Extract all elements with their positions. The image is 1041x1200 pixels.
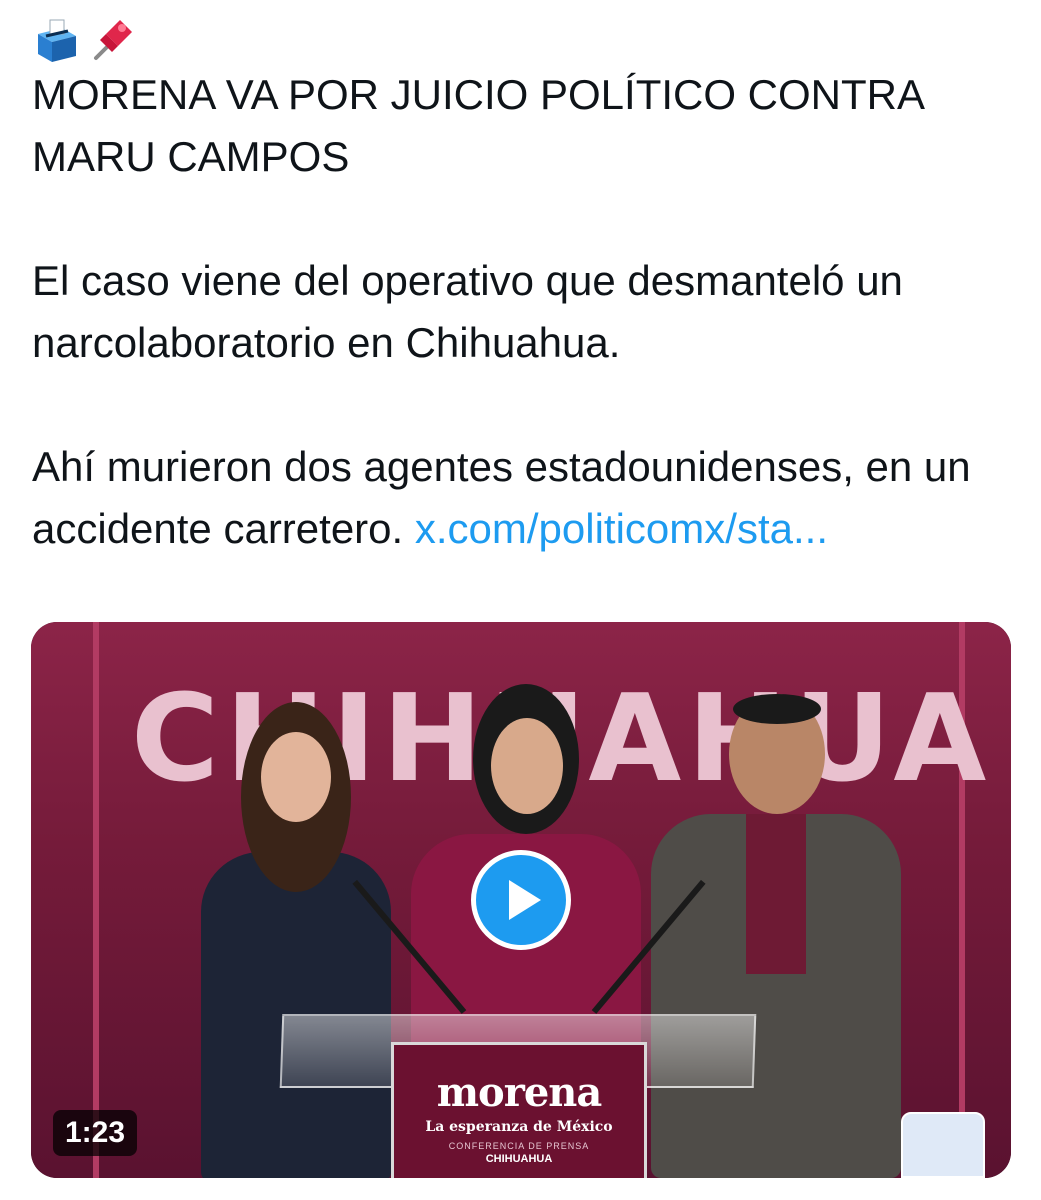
ballot-box-icon [38,19,76,62]
pushpin-icon [94,20,132,60]
video-duration-badge: 1:23 [53,1110,138,1156]
tweet-quoted-link[interactable]: x.com/politicomx/sta... [415,505,828,552]
tweet-paragraph-2: Ahí murieron dos agentes estadounidenses… [32,436,1022,560]
podium: morena La esperanza de México CONFERENCI… [391,1042,647,1178]
video-player[interactable]: CHIHUAHUA morena La esperanza de México [31,622,1011,1178]
backdrop-panel-edge [93,622,99,1178]
play-icon [509,880,541,920]
person-right [651,694,901,1178]
tweet-paragraph-1: El caso viene del operativo que desmante… [32,257,903,366]
person-left [191,702,401,1178]
podium-logo-text: morena [436,1069,603,1116]
tweet-headline: MORENA VA POR JUICIO POLÍTICO CONTRA MAR… [32,71,923,180]
podium-subtitle: CONFERENCIA DE PRENSA [448,1141,590,1151]
tweet-headline-line: MORENA VA POR JUICIO POLÍTICO CONTRA MAR… [32,16,1022,188]
tweet-text: MORENA VA POR JUICIO POLÍTICO CONTRA MAR… [32,16,1022,560]
podium-tagline: La esperanza de México [425,1119,613,1135]
podium-city: CHIHUAHUA [485,1153,553,1165]
phone-screen [901,1112,985,1178]
play-button[interactable] [471,850,571,950]
